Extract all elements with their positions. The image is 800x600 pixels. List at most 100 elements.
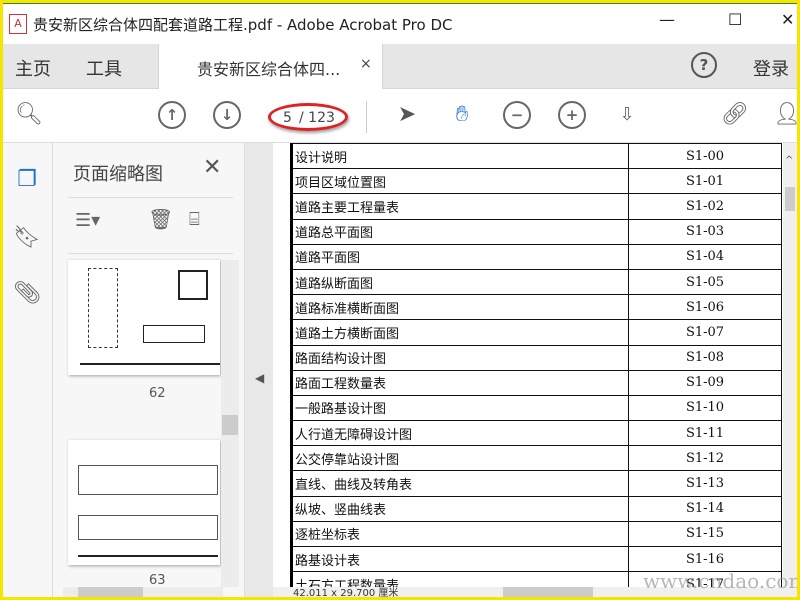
table-row: 路基设计表 S1-16	[290, 545, 782, 573]
drawing-number: S1-03	[628, 218, 782, 245]
title-bar: A 贵安新区综合体四配套道路工程.pdf - Adobe Acrobat Pro…	[3, 3, 797, 44]
minimize-button[interactable]: —	[659, 10, 675, 29]
drawing-title: 人行道无障碍设计图	[290, 420, 629, 447]
select-cursor-icon[interactable]: ➤	[393, 101, 421, 129]
previous-page-button[interactable]: ↑	[158, 101, 186, 129]
divider	[366, 101, 367, 133]
close-panel-button[interactable]: ✕	[203, 155, 221, 180]
navigation-pane: ❐ 🔖︎ 📎︎	[3, 143, 53, 597]
tab-bar: 主页 工具 贵安新区综合体四... × ? 登录	[3, 44, 797, 89]
drawing-number: S1-00	[628, 143, 782, 170]
drawing-number: S1-15	[628, 520, 782, 548]
drawing-table	[143, 325, 205, 343]
divider	[68, 197, 233, 198]
scroll-up-icon[interactable]: ^	[785, 155, 793, 166]
drawing-title: 项目区域位置图	[290, 168, 629, 195]
drawing-title: 道路土方横断面图	[290, 319, 629, 346]
table-row: 公交停靠站设计图 S1-12	[290, 445, 782, 472]
thumbnails-panel: 页面缩略图 ✕ ☰▾ 🗑︎ ⌸ 62 63	[53, 143, 245, 597]
thumbnail-vertical-scrollbar[interactable]	[221, 260, 239, 587]
drawing-title: 路面工程数量表	[290, 369, 629, 396]
acrobat-window: A 贵安新区综合体四配套道路工程.pdf - Adobe Acrobat Pro…	[3, 3, 797, 597]
tab-tools[interactable]: 工具	[86, 55, 122, 81]
drawing-title: 道路标准横断面图	[290, 294, 629, 321]
page-number-input[interactable]	[283, 110, 299, 126]
drawing-number: S1-09	[628, 369, 782, 396]
page-number-field[interactable]: / 123	[268, 103, 348, 131]
drawing-title: 道路总平面图	[290, 218, 629, 245]
tab-document[interactable]: 贵安新区综合体四... ×	[158, 44, 383, 89]
table-row: 一般路基设计图 S1-10	[290, 394, 782, 422]
maximize-button[interactable]: ☐	[728, 10, 742, 29]
drawing-number: S1-10	[628, 394, 782, 422]
page-display-icon[interactable]: ⇩	[613, 101, 641, 129]
drawing-title: 路基设计表	[290, 545, 629, 573]
attachment-icon[interactable]: 📎︎	[13, 281, 41, 311]
close-window-button[interactable]: ✕	[781, 10, 794, 29]
delete-icon[interactable]: 🗑︎	[148, 207, 173, 231]
table-row: 道路土方横断面图 S1-07	[290, 319, 782, 346]
drawing-number: S1-16	[628, 545, 782, 573]
login-button[interactable]: 登录	[753, 55, 789, 81]
close-tab-button[interactable]: ×	[360, 56, 372, 72]
table-row: 路面工程数量表 S1-09	[290, 369, 782, 396]
drawing-table	[78, 465, 218, 495]
total-pages: / 123	[299, 110, 335, 126]
drawing-number: S1-08	[628, 344, 782, 371]
drawing-index-table: 设计说明 S1-00 项目区域位置图 S1-01 道路主要工程量表 S1-02 道路总平面图…	[290, 143, 782, 597]
bookmark-icon[interactable]: 🔖︎	[13, 225, 41, 255]
table-row: 纵坡、竖曲线表 S1-14	[290, 495, 782, 522]
help-icon[interactable]: ?	[691, 52, 717, 78]
tab-home[interactable]: 主页	[15, 55, 51, 81]
next-page-button[interactable]: ↓	[213, 101, 241, 129]
acrobat-logo-icon: A	[9, 14, 27, 34]
table-row: 道路平面图 S1-04	[290, 243, 782, 270]
drawing-number: S1-01	[628, 168, 782, 195]
collapse-panel-strip: ◀	[245, 143, 273, 597]
drawing-number: S1-05	[628, 268, 782, 296]
thumbnail-page-63[interactable]	[68, 440, 220, 565]
document-view: 设计说明 S1-00 项目区域位置图 S1-01 道路主要工程量表 S1-02 道路总平面图…	[273, 143, 783, 597]
table-row: 道路标准横断面图 S1-06	[290, 294, 782, 321]
drawing-title: 直线、曲线及转角表	[290, 470, 629, 497]
page-size-label: 42.011 x 29.700 厘米	[293, 588, 399, 597]
table-row: 道路纵断面图 S1-05	[290, 268, 782, 296]
drawing-detail	[178, 270, 208, 300]
scroll-thumb[interactable]	[785, 187, 795, 211]
drawing-number: S1-02	[628, 193, 782, 220]
scroll-thumb[interactable]	[78, 587, 143, 597]
drawing-title: 逐桩坐标表	[290, 520, 629, 548]
insert-page-icon[interactable]: ⌸	[189, 209, 200, 230]
table-row: 逐桩坐标表 S1-15	[290, 520, 782, 548]
share-user-icon[interactable]: 👤︎	[773, 101, 797, 129]
drawing-border	[78, 555, 218, 557]
drawing-number: S1-04	[628, 243, 782, 270]
table-row: 道路总平面图 S1-03	[290, 218, 782, 245]
table-row: 直线、曲线及转角表 S1-13	[290, 470, 782, 497]
share-link-icon[interactable]: 🔗︎	[721, 101, 749, 129]
watermark: www.cndao.com	[643, 569, 797, 593]
document-tab-label: 贵安新区综合体四...	[197, 60, 341, 79]
zoom-in-button[interactable]: +	[558, 101, 586, 129]
drawing-number: S1-12	[628, 445, 782, 472]
drawing-number: S1-14	[628, 495, 782, 522]
thumbnail-horizontal-scrollbar[interactable]	[63, 587, 223, 597]
document-vertical-scrollbar[interactable]: ^	[783, 143, 797, 597]
collapse-panel-button[interactable]: ◀	[255, 371, 264, 385]
thumbnail-label: 63	[149, 573, 166, 588]
zoom-out-button[interactable]: −	[503, 101, 531, 129]
drawing-title: 一般路基设计图	[290, 394, 629, 422]
drawing-title: 道路纵断面图	[290, 268, 629, 296]
drawing-number: S1-06	[628, 294, 782, 321]
hand-tool-icon[interactable]: ✋︎	[448, 101, 476, 129]
scroll-thumb[interactable]	[222, 415, 238, 435]
search-icon[interactable]: 🔍︎	[15, 101, 43, 129]
table-row: 路面结构设计图 S1-08	[290, 344, 782, 371]
drawing-number: S1-13	[628, 470, 782, 497]
page-thumbnails-icon[interactable]: ❐	[13, 167, 41, 197]
options-menu-icon[interactable]: ☰▾	[75, 210, 100, 231]
drawing-title: 设计说明	[290, 143, 629, 170]
table-row: 道路主要工程量表 S1-02	[290, 193, 782, 220]
thumbnail-page-62[interactable]	[68, 260, 220, 375]
horizontal-scroll-thumb[interactable]	[503, 587, 593, 597]
